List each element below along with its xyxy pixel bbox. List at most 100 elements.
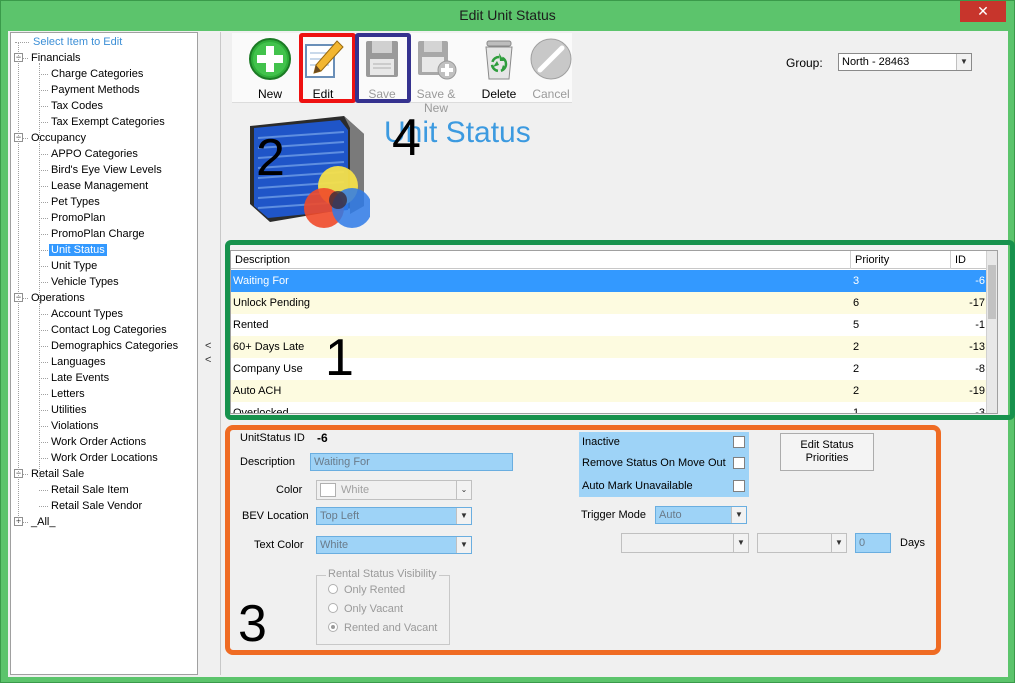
radio-only-vacant[interactable]: Only Vacant xyxy=(328,603,403,615)
tree-item[interactable]: Retail Sale Item xyxy=(49,482,131,498)
tree-item[interactable]: Languages xyxy=(49,354,107,370)
tree-group[interactable]: Financials xyxy=(29,50,83,66)
radio-button-icon[interactable] xyxy=(328,584,338,594)
tree-item[interactable]: PromoPlan Charge xyxy=(49,226,147,242)
app-window: Edit Unit Status ✕ Select Item to Edit F… xyxy=(0,0,1015,683)
tree-item-label: Vehicle Types xyxy=(51,276,119,288)
cell-description: Unlock Pending xyxy=(233,297,311,309)
column-header-description[interactable]: Description xyxy=(231,251,851,269)
tree-item[interactable]: Charge Categories xyxy=(49,66,145,82)
radio-button-icon[interactable] xyxy=(328,603,338,613)
tree-item-label: Lease Management xyxy=(51,180,149,192)
save-and-new-button[interactable]: Save & New xyxy=(410,37,462,115)
collapse-arrow-icon[interactable]: < xyxy=(205,354,211,366)
tree-item[interactable]: Retail Sale Vendor xyxy=(49,498,144,514)
new-button[interactable]: New xyxy=(244,37,296,103)
trigger-condition-select[interactable]: ▼ xyxy=(621,533,749,553)
description-input[interactable]: Waiting For xyxy=(310,453,513,471)
tree-item[interactable]: Payment Methods xyxy=(49,82,142,98)
tree-item[interactable]: PromoPlan xyxy=(49,210,107,226)
radio-only-rented-label: Only Rented xyxy=(344,584,406,596)
tree-item-label: Violations xyxy=(51,420,99,432)
auto-mark-unavailable-checkbox[interactable] xyxy=(733,480,745,492)
chevron-down-icon[interactable]: ▼ xyxy=(456,537,471,553)
table-row[interactable]: Overlocked 1 -3 xyxy=(231,402,988,413)
text-color-select[interactable]: White ▼ xyxy=(316,536,472,554)
radio-only-vacant-label: Only Vacant xyxy=(344,603,404,615)
main-panel: New Edit Save Save & New Delete Cancel G… xyxy=(222,32,1015,675)
grid-header: Description Priority ID xyxy=(231,251,997,269)
grid-scrollbar[interactable] xyxy=(986,251,997,413)
table-row[interactable]: Waiting For 3 -6 xyxy=(231,270,988,292)
tree-item[interactable]: APPO Categories xyxy=(49,146,140,162)
tree-group[interactable]: _All_ xyxy=(29,514,57,530)
chevron-down-icon[interactable]: ▼ xyxy=(956,54,971,70)
tree-item[interactable]: Bird's Eye View Levels xyxy=(49,162,164,178)
chevron-down-icon[interactable]: ▼ xyxy=(456,508,471,524)
tree-item[interactable]: Late Events xyxy=(49,370,111,386)
cell-id: -6 xyxy=(975,275,985,287)
tree-item[interactable]: Unit Type xyxy=(49,258,99,274)
client-area: Select Item to Edit Financials − Charge Ca… xyxy=(8,31,1015,677)
tree-item-label: Pet Types xyxy=(51,196,100,208)
collapse-tree-handle[interactable]: < < xyxy=(199,32,221,675)
tree-item[interactable]: Demographics Categories xyxy=(49,338,180,354)
tree-item[interactable]: Vehicle Types xyxy=(49,274,121,290)
tree-item[interactable]: Contact Log Categories xyxy=(49,322,169,338)
remove-on-moveout-row[interactable]: Remove Status On Move Out xyxy=(579,453,749,474)
trigger-mode-select[interactable]: Auto ▼ xyxy=(655,506,747,524)
chevron-down-icon[interactable]: ▼ xyxy=(831,534,846,552)
trigger-event-select[interactable]: ▼ xyxy=(757,533,847,553)
tree-group[interactable]: Operations xyxy=(29,290,87,306)
tree-item-label: Letters xyxy=(51,388,85,400)
tree-item[interactable]: Pet Types xyxy=(49,194,102,210)
auto-mark-unavailable-row[interactable]: Auto Mark Unavailable xyxy=(579,476,749,497)
tree-item[interactable]: Unit Status xyxy=(49,242,107,258)
tree-item[interactable]: Work Order Actions xyxy=(49,434,148,450)
tree-group[interactable]: Occupancy xyxy=(29,130,88,146)
cancel-label: Cancel xyxy=(532,87,570,101)
cell-priority: 2 xyxy=(853,341,860,353)
cell-id: -17 xyxy=(969,297,985,309)
tree-item[interactable]: Violations xyxy=(49,418,101,434)
chevron-down-icon[interactable]: ▼ xyxy=(733,534,748,552)
delete-button[interactable]: Delete xyxy=(473,37,525,103)
group-select[interactable]: North - 28463 ▼ xyxy=(838,53,972,71)
color-select[interactable]: White ⌄ xyxy=(316,480,472,500)
cancel-button[interactable]: Cancel xyxy=(525,37,577,103)
column-header-priority[interactable]: Priority xyxy=(851,251,951,269)
radio-only-rented[interactable]: Only Rented xyxy=(328,584,405,596)
radio-button-selected-icon[interactable] xyxy=(328,622,338,632)
tree-item[interactable]: Tax Exempt Categories xyxy=(49,114,167,130)
cell-description: Company Use xyxy=(233,363,303,375)
tree-group[interactable]: Retail Sale xyxy=(29,466,86,482)
settings-tree[interactable]: Select Item to Edit Financials − Charge Ca… xyxy=(10,32,198,675)
tree-item-label: Tax Codes xyxy=(51,100,103,112)
chevron-down-icon[interactable]: ⌄ xyxy=(456,481,471,499)
bev-location-select[interactable]: Top Left ▼ xyxy=(316,507,472,525)
days-input[interactable]: 0 xyxy=(855,533,891,553)
tree-item-label: Unit Type xyxy=(51,260,98,272)
tree-item[interactable]: Utilities xyxy=(49,402,88,418)
collapse-arrow-icon[interactable]: < xyxy=(205,340,211,352)
color-label: Color xyxy=(276,484,303,496)
title-bar[interactable]: Edit Unit Status ✕ xyxy=(1,1,1014,31)
inactive-checkbox-row[interactable]: Inactive xyxy=(579,432,749,453)
remove-on-moveout-checkbox[interactable] xyxy=(733,457,745,469)
radio-rented-and-vacant[interactable]: Rented and Vacant xyxy=(328,622,437,634)
table-row[interactable]: Unlock Pending 6 -17 xyxy=(231,292,988,314)
edit-status-priorities-button[interactable]: Edit Status Priorities xyxy=(780,433,874,471)
tree-item[interactable]: Account Types xyxy=(49,306,125,322)
recycle-bin-icon xyxy=(485,40,513,80)
tree-item[interactable]: Lease Management xyxy=(49,178,150,194)
inactive-checkbox[interactable] xyxy=(733,436,745,448)
chevron-down-icon[interactable]: ▼ xyxy=(731,507,746,523)
color-swatch xyxy=(320,483,336,497)
close-button[interactable]: ✕ xyxy=(960,1,1006,22)
tree-item[interactable]: Letters xyxy=(49,386,87,402)
status-flags-panel: Inactive Remove Status On Move Out Auto … xyxy=(579,432,749,497)
scrollbar-thumb[interactable] xyxy=(988,265,996,319)
tree-item[interactable]: Tax Codes xyxy=(49,98,105,114)
tree-item-label: Bird's Eye View Levels xyxy=(51,164,162,176)
tree-item[interactable]: Work Order Locations xyxy=(49,450,160,466)
